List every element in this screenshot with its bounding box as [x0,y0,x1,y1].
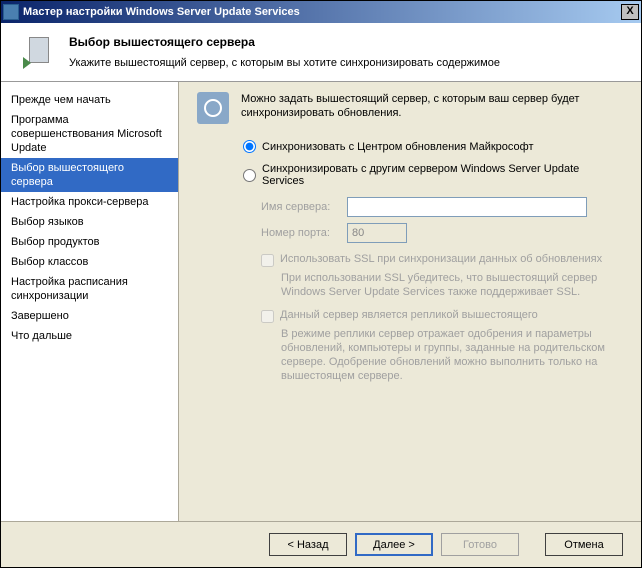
sidebar-item-whats-next[interactable]: Что дальше [1,326,178,346]
app-icon [3,4,19,20]
cancel-button[interactable]: Отмена [545,533,623,556]
window-title: Мастер настройки Windows Server Update S… [23,6,621,18]
header-icon [21,35,57,71]
port-label: Номер порта: [261,227,347,239]
radio-sync-other[interactable] [243,169,256,182]
replica-hint: В режиме реплики сервер отражает одобрен… [281,327,621,383]
ssl-checkbox [261,254,274,267]
ssl-label: Использовать SSL при синхронизации данны… [280,253,602,265]
wizard-icon [197,92,229,124]
port-input [347,223,407,243]
radio-sync-microsoft[interactable] [243,140,256,153]
sidebar-item-improve-program[interactable]: Программа совершенствования Microsoft Up… [1,110,178,158]
sidebar-item-products[interactable]: Выбор продуктов [1,232,178,252]
replica-checkbox [261,310,274,323]
sidebar-item-finished[interactable]: Завершено [1,306,178,326]
close-icon[interactable]: X [621,4,639,20]
finish-button: Готово [441,533,519,556]
replica-label: Данный сервер является репликой вышестоя… [280,309,538,321]
next-button[interactable]: Далее > [355,533,433,556]
body: Прежде чем начать Программа совершенство… [1,82,641,552]
intro-text: Можно задать вышестоящий сервер, с котор… [241,92,623,120]
sidebar-item-classes[interactable]: Выбор классов [1,252,178,272]
sidebar-item-sync-schedule[interactable]: Настройка расписания синхронизации [1,272,178,306]
page-title: Выбор вышестоящего сервера [69,35,500,49]
button-bar: < Назад Далее > Готово Отмена [1,521,641,567]
ssl-hint: При использовании SSL убедитесь, что выш… [281,271,621,299]
sidebar-item-upstream-server[interactable]: Выбор вышестоящего сервера [1,158,178,192]
header: Выбор вышестоящего сервера Укажите вышес… [1,23,641,82]
page-subtitle: Укажите вышестоящий сервер, с которым вы… [69,57,500,69]
sidebar-item-before-start[interactable]: Прежде чем начать [1,90,178,110]
radio-sync-microsoft-label: Синхронизовать с Центром обновления Майк… [262,141,534,153]
back-button[interactable]: < Назад [269,533,347,556]
sidebar: Прежде чем начать Программа совершенство… [1,82,179,552]
content-pane: Можно задать вышестоящий сервер, с котор… [179,82,641,552]
wizard-window: Мастер настройки Windows Server Update S… [0,0,642,568]
server-name-label: Имя сервера: [261,201,347,213]
server-name-input[interactable] [347,197,587,217]
sidebar-item-proxy[interactable]: Настройка прокси-сервера [1,192,178,212]
sidebar-item-languages[interactable]: Выбор языков [1,212,178,232]
radio-sync-other-label: Синхронизировать с другим сервером Windo… [262,163,623,187]
titlebar: Мастер настройки Windows Server Update S… [1,1,641,23]
